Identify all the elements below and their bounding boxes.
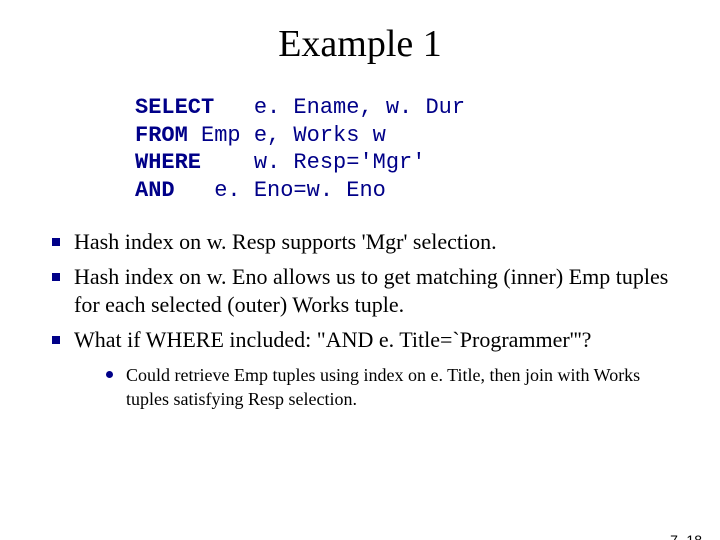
- code-rest-4: e. Eno=w. Eno: [175, 178, 386, 203]
- code-rest-2: Emp e, Works w: [188, 123, 386, 148]
- sub-bullet-list: Could retrieve Emp tuples using index on…: [104, 364, 672, 411]
- code-kw-where: WHERE: [135, 150, 201, 175]
- page-title: Example 1: [0, 22, 720, 66]
- sql-code-block: SELECT e. Ename, w. Dur FROM Emp e, Work…: [135, 94, 720, 204]
- bullet-item-1: Hash index on w. Resp supports 'Mgr' sel…: [48, 228, 672, 257]
- bullet-list: Hash index on w. Resp supports 'Mgr' sel…: [48, 228, 672, 411]
- code-kw-select: SELECT: [135, 95, 214, 120]
- code-rest-1: e. Ename, w. Dur: [214, 95, 465, 120]
- code-kw-and: AND: [135, 178, 175, 203]
- code-kw-from: FROM: [135, 123, 188, 148]
- bullet-item-3-text: What if WHERE included: "AND e. Title=`P…: [74, 327, 591, 352]
- sub-bullet-item-1: Could retrieve Emp tuples using index on…: [104, 364, 672, 411]
- slide: Example 1 SELECT e. Ename, w. Dur FROM E…: [0, 22, 720, 540]
- code-rest-3: w. Resp='Mgr': [201, 150, 425, 175]
- slide-number: 7 -18: [670, 532, 702, 540]
- bullet-item-3: What if WHERE included: "AND e. Title=`P…: [48, 326, 672, 411]
- bullet-item-2: Hash index on w. Eno allows us to get ma…: [48, 263, 672, 320]
